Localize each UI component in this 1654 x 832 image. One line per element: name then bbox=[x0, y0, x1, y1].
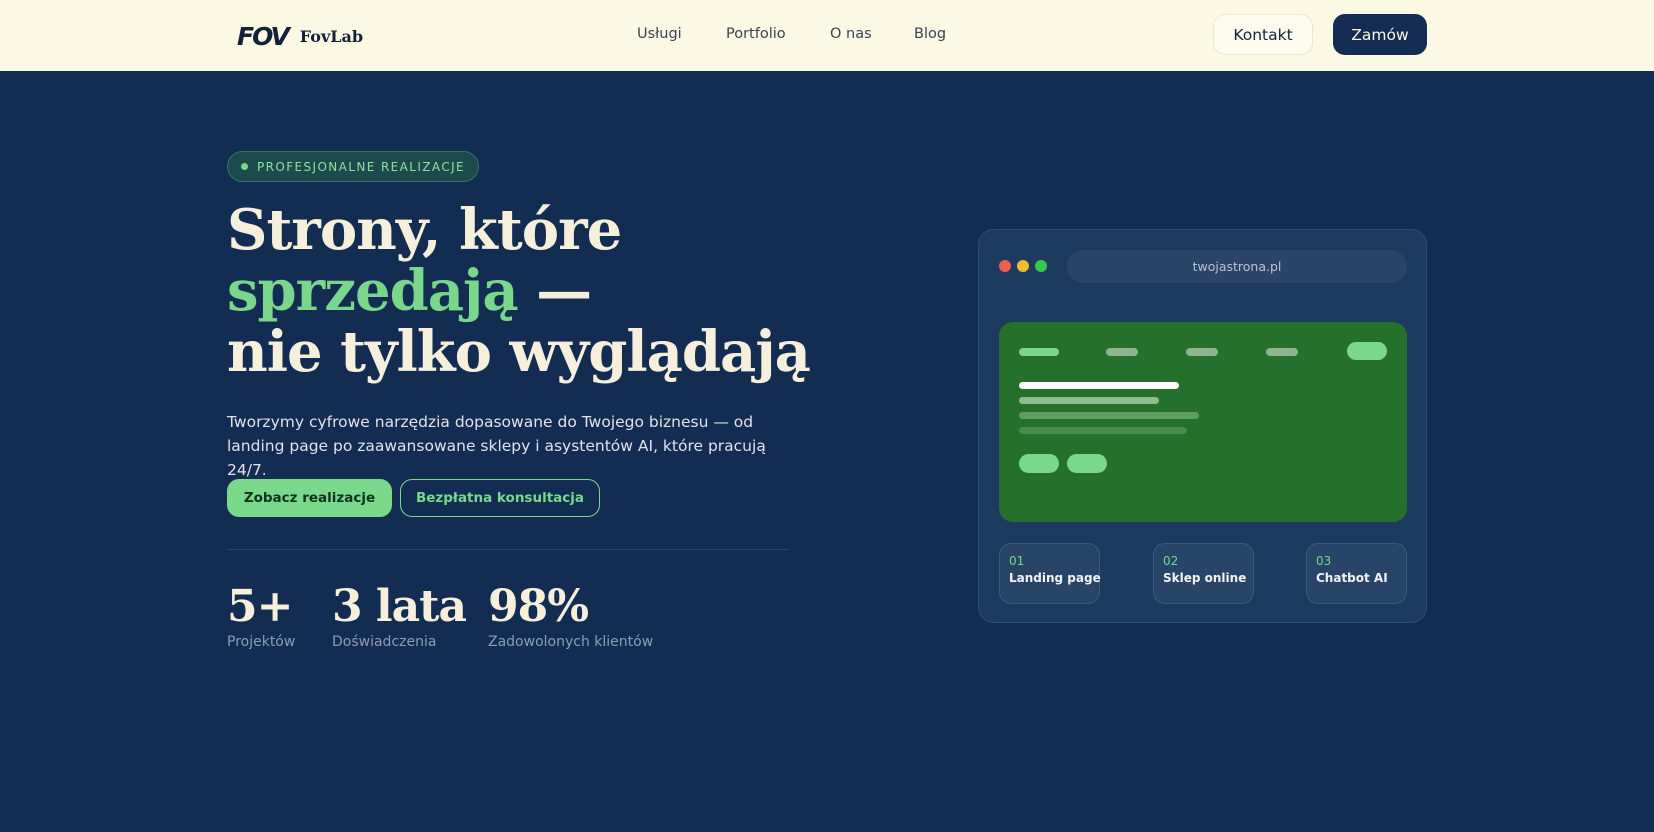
stat-label: Zadowolonych klientów bbox=[488, 634, 654, 650]
window-close-dot bbox=[999, 260, 1011, 272]
stat-satisfaction: 98% Zadowolonych klientów bbox=[488, 581, 654, 651]
service-card-shop: 02 Sklep online bbox=[1153, 543, 1254, 604]
mock-text-bar bbox=[1019, 412, 1199, 419]
title-accent: sprzedają bbox=[227, 258, 519, 324]
card-label: Landing page bbox=[1009, 571, 1101, 585]
card-number: 03 bbox=[1316, 554, 1332, 568]
stat-projects: 5+ Projektów bbox=[227, 581, 296, 651]
hero-title: Strony, które sprzedają — nie tylko wygl… bbox=[227, 197, 811, 385]
nav-item-blog[interactable]: Blog bbox=[914, 26, 946, 42]
nav-item-uslugi[interactable]: Usługi bbox=[637, 26, 682, 42]
service-card-landing: 01 Landing page bbox=[999, 543, 1101, 604]
card-label: Sklep online bbox=[1163, 571, 1247, 585]
stat-label: Doświadczenia bbox=[332, 634, 437, 650]
mock-text-bar bbox=[1019, 397, 1159, 404]
nav-item-portfolio[interactable]: Portfolio bbox=[726, 26, 786, 42]
mockup-screen bbox=[999, 322, 1407, 522]
mock-nav-bar bbox=[1106, 348, 1138, 356]
see-portfolio-button[interactable]: Zobacz realizacje bbox=[227, 479, 392, 517]
site-header: FOV FovLab Usługi Portfolio O nas Blog K… bbox=[0, 0, 1654, 71]
card-number: 02 bbox=[1163, 554, 1179, 568]
hero-lead: Tworzymy cyfrowe narzędzia dopasowane do… bbox=[227, 413, 766, 479]
nav-item-o-nas[interactable]: O nas bbox=[830, 26, 872, 42]
stat-value: 98% bbox=[488, 581, 589, 632]
mock-button bbox=[1019, 454, 1059, 473]
title-line-3: nie tylko wyglądają bbox=[227, 319, 811, 385]
mock-heading-bar bbox=[1019, 382, 1179, 389]
mock-button bbox=[1067, 454, 1107, 473]
window-maximize-dot bbox=[1035, 260, 1047, 272]
free-consultation-button[interactable]: Bezpłatna konsultacja bbox=[400, 479, 600, 517]
stat-value: 3 lata bbox=[332, 581, 467, 632]
divider bbox=[227, 549, 789, 550]
mock-nav-bar bbox=[1186, 348, 1218, 356]
browser-mockup: twojastrona.pl 01 Landing page 02 Sklep … bbox=[978, 229, 1427, 623]
address-bar: twojastrona.pl bbox=[1067, 250, 1407, 283]
contact-button[interactable]: Kontakt bbox=[1213, 14, 1313, 55]
badge-dot bbox=[241, 163, 248, 170]
mock-nav-button bbox=[1347, 342, 1387, 360]
order-button[interactable]: Zamów bbox=[1333, 14, 1427, 55]
card-number: 01 bbox=[1009, 554, 1025, 568]
mock-text-bar bbox=[1019, 427, 1187, 434]
title-dash: — bbox=[517, 258, 592, 324]
mock-nav-bar bbox=[1266, 348, 1298, 356]
hero-badge: PROFESJONALNE REALIZACJE bbox=[227, 151, 480, 182]
badge-text: PROFESJONALNE REALIZACJE bbox=[257, 159, 466, 174]
window-minimize-dot bbox=[1017, 260, 1029, 272]
stat-experience: 3 lata Doświadczenia bbox=[332, 581, 467, 651]
mock-nav-logo-bar bbox=[1019, 348, 1059, 356]
stat-label: Projektów bbox=[227, 634, 296, 650]
title-line-1: Strony, które bbox=[227, 197, 622, 263]
service-card-chatbot: 03 Chatbot AI bbox=[1306, 543, 1407, 604]
stat-value: 5+ bbox=[227, 581, 293, 632]
card-label: Chatbot AI bbox=[1316, 571, 1388, 585]
